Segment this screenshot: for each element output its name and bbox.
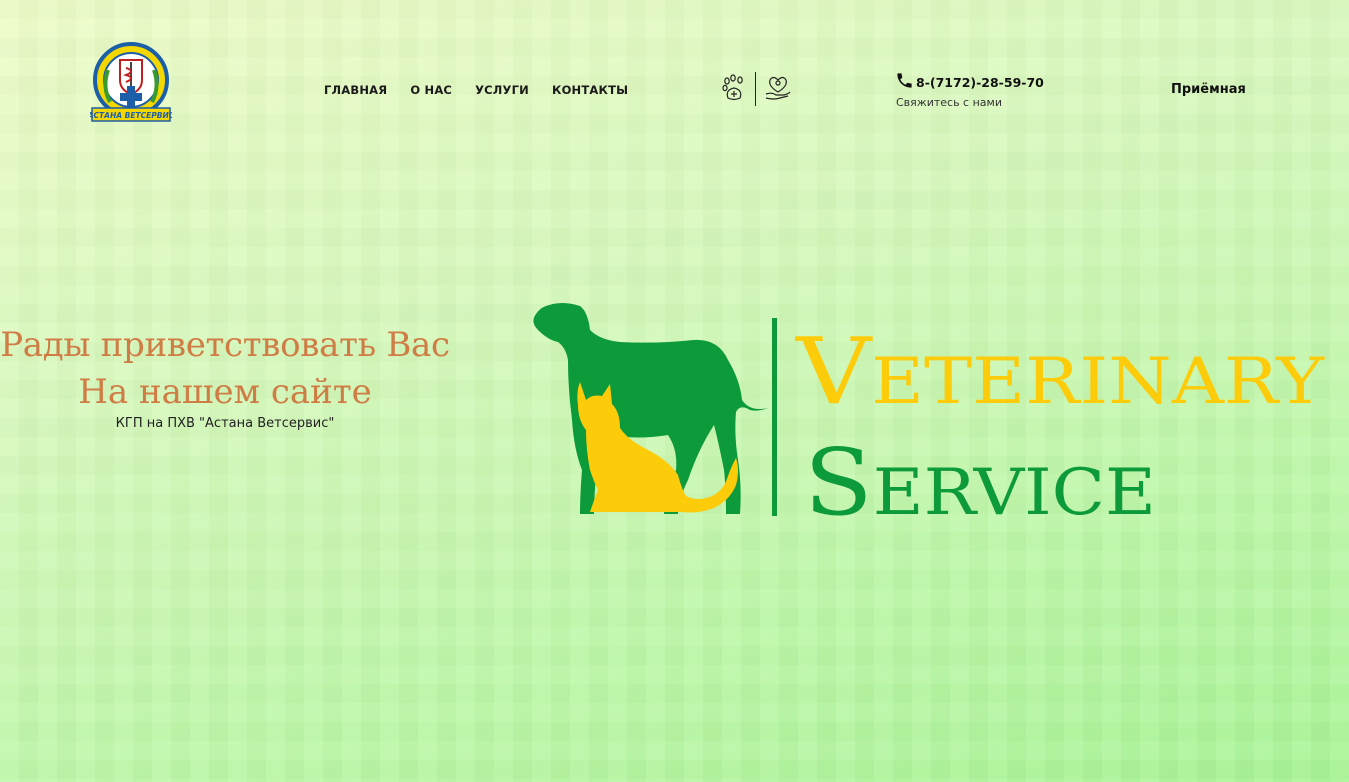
main-nav: ГЛАВНАЯ О НАС УСЛУГИ КОНТАКТЫ: [324, 83, 628, 97]
nav-services[interactable]: УСЛУГИ: [475, 83, 529, 97]
hero-title-line2: На нашем сайте: [78, 372, 372, 412]
contact-phone: 8-(7172)-28-59-70 Свяжитесь с нами: [895, 71, 1044, 109]
paw-medical-icon[interactable]: [721, 72, 747, 106]
heart-pet-care-icon[interactable]: [764, 72, 792, 106]
veterinary-service-logo: Veterinary Service: [528, 300, 1328, 536]
nav-contacts[interactable]: КОНТАКТЫ: [552, 83, 628, 97]
hero-subtitle: КГП на ПХВ "Астана Ветсервис": [115, 416, 335, 431]
reception-link[interactable]: Приёмная: [1171, 82, 1246, 97]
hero-title-line1: Рады приветствовать Вас: [0, 325, 450, 365]
icon-divider: [755, 72, 756, 106]
hero-greeting: Рады приветствовать Вас На нашем сайте К…: [0, 322, 450, 431]
nav-home[interactable]: ГЛАВНАЯ: [324, 83, 387, 97]
logo-word-service: Service: [804, 429, 1156, 522]
phone-subtitle: Свяжитесь с нами: [896, 96, 1002, 109]
logo-word-veterinary: Veterinary: [795, 318, 1325, 425]
logo-text: АСТАНА ВЕТСЕРВИС: [90, 111, 172, 120]
header-icons: [721, 72, 792, 106]
nav-about[interactable]: О НАС: [410, 83, 452, 97]
site-logo[interactable]: АСТАНА ВЕТСЕРВИС: [87, 42, 175, 124]
logo-divider: [772, 318, 777, 516]
phone-number[interactable]: 8-(7172)-28-59-70: [916, 75, 1044, 90]
phone-icon: [895, 71, 914, 94]
